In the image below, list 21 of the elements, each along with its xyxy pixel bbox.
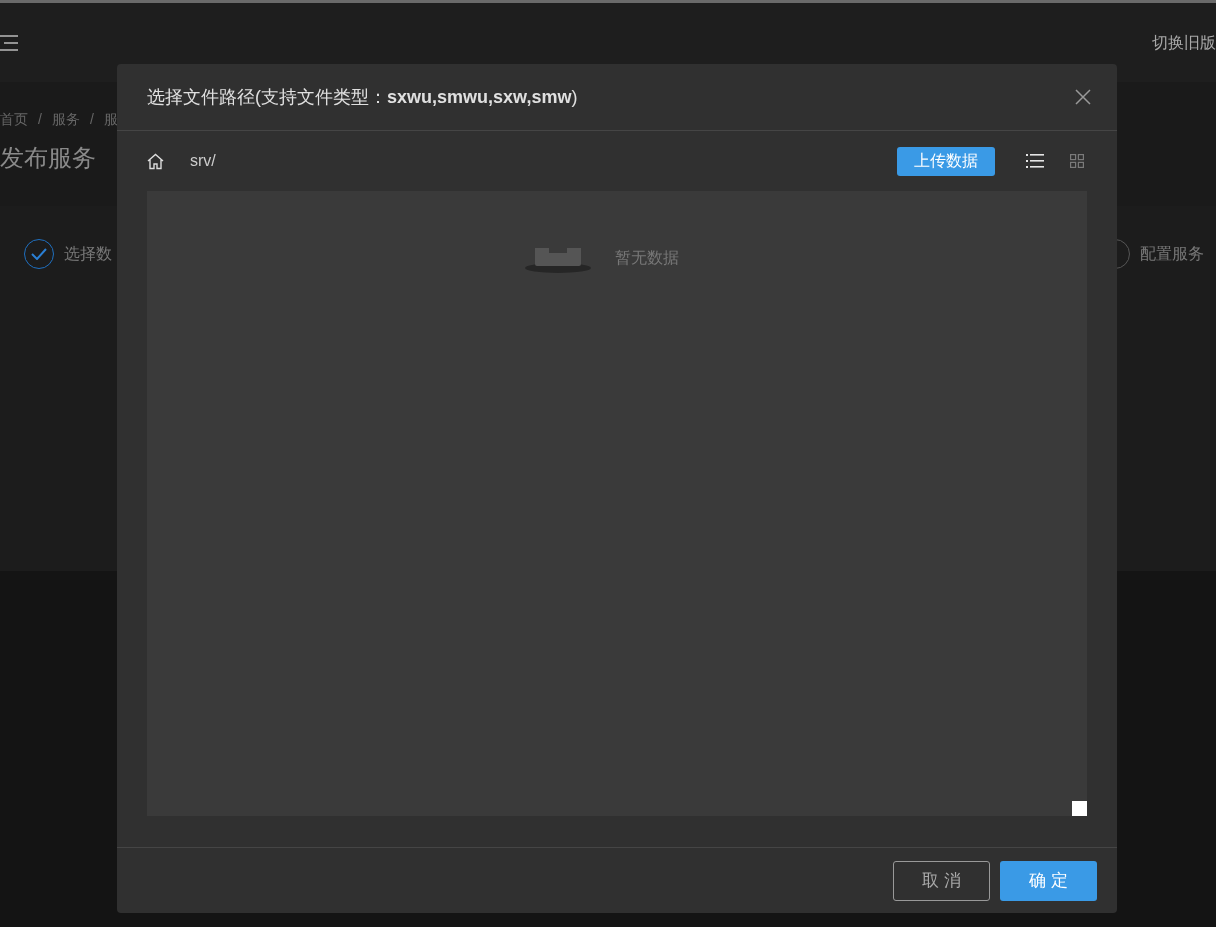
empty-message: 暂无数据 — [615, 248, 679, 268]
switch-version-link[interactable]: 切换旧版 — [1152, 30, 1216, 55]
breadcrumb-separator: / — [38, 110, 42, 129]
upload-data-button[interactable]: 上传数据 — [897, 146, 995, 176]
cancel-button[interactable]: 取 消 — [893, 860, 990, 901]
list-view-icon[interactable] — [1025, 151, 1045, 171]
breadcrumb-item[interactable]: 服务 — [51, 109, 80, 130]
menu-icon[interactable] — [0, 33, 18, 52]
grid-view-icon[interactable] — [1067, 151, 1087, 171]
breadcrumb-separator: / — [89, 110, 94, 129]
breadcrumb-item[interactable]: 服 — [103, 109, 118, 130]
close-icon[interactable] — [1075, 89, 1091, 105]
resize-handle[interactable] — [1072, 801, 1087, 816]
confirm-button[interactable]: 确 定 — [1000, 860, 1097, 901]
step-label: 配置服务 — [1140, 244, 1204, 264]
page-title: 发布服务 — [0, 143, 96, 173]
dialog-title: 选择文件路径(支持文件类型：sxwu,smwu,sxw,smw) — [147, 85, 578, 109]
home-icon[interactable] — [147, 152, 164, 170]
current-path: srv/ — [190, 151, 216, 171]
breadcrumb-item[interactable]: 首页 — [0, 109, 28, 130]
step-label: 选择数 — [64, 244, 112, 264]
